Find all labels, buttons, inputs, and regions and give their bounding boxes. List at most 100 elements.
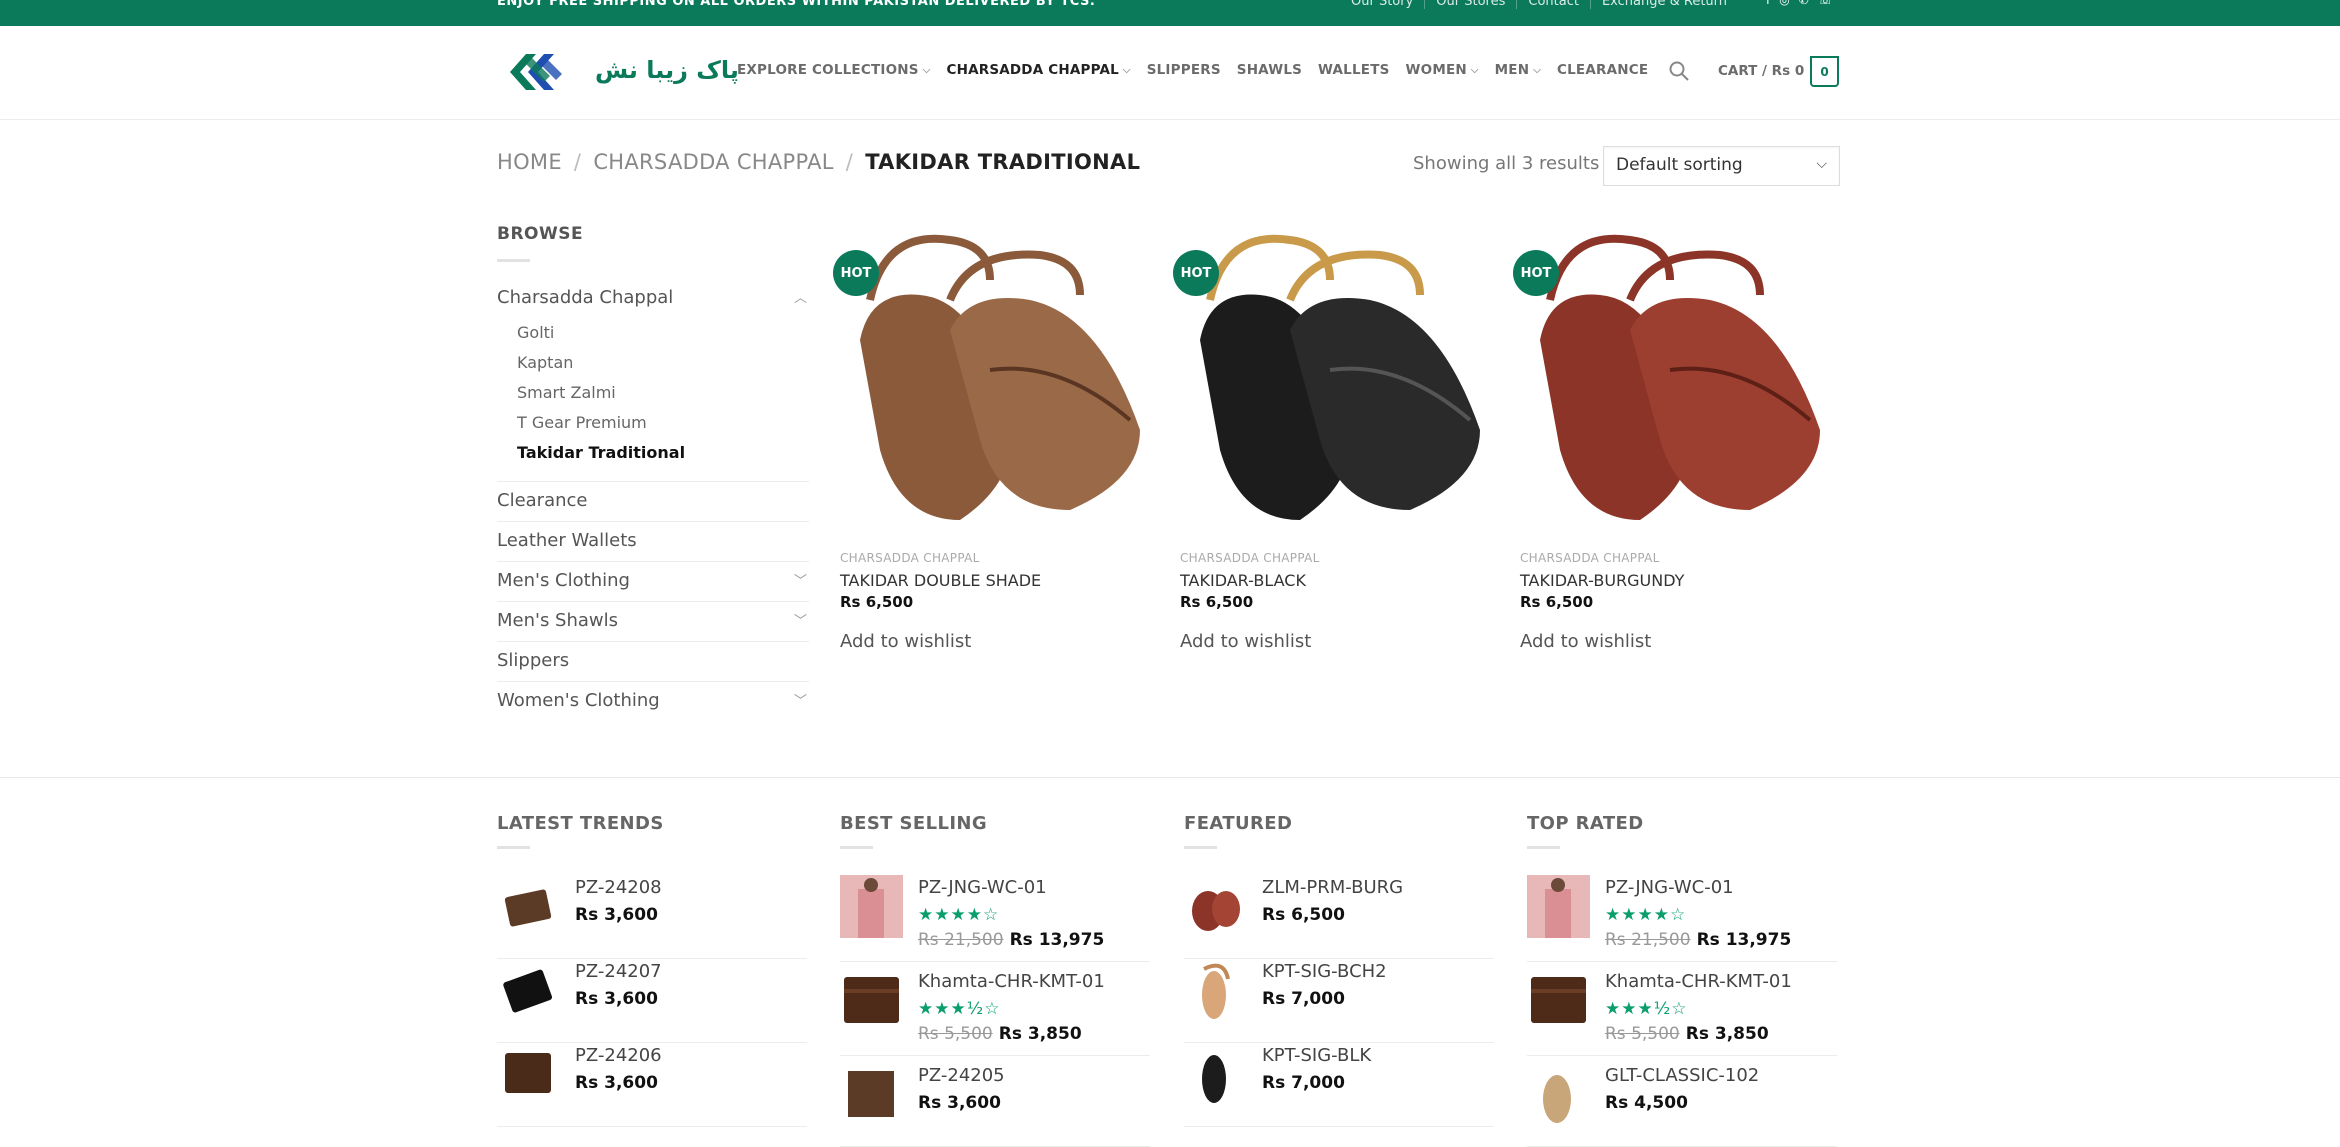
link-contact[interactable]: Contact [1516, 0, 1590, 9]
featured-heading: FEATURED [1184, 813, 1293, 834]
nav-women[interactable]: WOMEN ⌵ [1406, 62, 1479, 78]
clothing-thumbnail[interactable] [1527, 875, 1590, 938]
add-to-wishlist-link[interactable]: Add to wishlist [1180, 631, 1311, 652]
facebook-icon[interactable]: f [1766, 0, 1770, 7]
nav-men[interactable]: MEN ⌵ [1495, 62, 1541, 78]
nav-shawls[interactable]: SHAWLS [1237, 62, 1302, 78]
product-name[interactable]: TAKIDAR-BURGUNDY [1520, 571, 1684, 590]
hot-badge: HOT [1173, 250, 1219, 296]
sidebar-item-womens-clothing[interactable]: Women's Clothing ﹀ [497, 682, 809, 722]
nav-clearance[interactable]: CLEARANCE [1557, 62, 1648, 78]
widget-product-name[interactable]: GLT-CLASSIC-102 [1605, 1065, 1759, 1086]
wallet-thumbnail[interactable] [497, 875, 560, 938]
add-to-wishlist-link[interactable]: Add to wishlist [840, 631, 971, 652]
widget-product[interactable]: PZ-24205 Rs 3,600 [840, 1063, 1150, 1147]
sidebar-item-clearance[interactable]: Clearance [497, 482, 809, 522]
chevron-down-icon[interactable]: ﹀ [794, 570, 807, 589]
add-to-wishlist-link[interactable]: Add to wishlist [1520, 631, 1651, 652]
sidebar-item-leather-wallets[interactable]: Leather Wallets [497, 522, 809, 562]
instagram-icon[interactable]: ◎ [1779, 0, 1789, 7]
product-name[interactable]: TAKIDAR-BLACK [1180, 571, 1306, 590]
widget-product-name[interactable]: PZ-JNG-WC-01 [918, 877, 1047, 898]
subcategory-kaptan[interactable]: Kaptan [517, 353, 573, 372]
chevron-up-icon[interactable]: ︿ [794, 287, 807, 306]
star-rating: ★★★½☆ [918, 999, 1001, 1019]
product-category[interactable]: CHARSADDA CHAPPAL [1180, 551, 1320, 565]
widget-product[interactable]: Khamta-CHR-KMT-01 ★★★½☆ Rs 5,500 Rs 3,850 [840, 969, 1150, 1056]
widget-product-name[interactable]: PZ-24205 [918, 1065, 1005, 1086]
wallet-thumbnail[interactable] [840, 969, 903, 1032]
widget-product-price: Rs 7,000 [1262, 989, 1345, 1009]
widget-product-name[interactable]: PZ-24208 [575, 877, 662, 898]
nav-slippers[interactable]: SLIPPERS [1147, 62, 1221, 78]
product-name[interactable]: TAKIDAR DOUBLE SHADE [840, 571, 1041, 590]
whatsapp-icon[interactable]: ✆ [1799, 0, 1809, 7]
nav-wallets[interactable]: WALLETS [1318, 62, 1390, 78]
result-count: Showing all 3 results [1413, 153, 1600, 174]
breadcrumb-separator: / [845, 150, 854, 174]
sidebar-item-mens-clothing[interactable]: Men's Clothing ﹀ [497, 562, 809, 602]
wallet-thumbnail[interactable] [497, 1043, 560, 1106]
cart-link[interactable]: CART / Rs 0 [1718, 63, 1804, 79]
clothing-thumbnail[interactable] [840, 875, 903, 938]
subcategory-smart-zalmi[interactable]: Smart Zalmi [517, 383, 616, 402]
chevron-down-icon[interactable]: ﹀ [794, 610, 807, 629]
chevron-down-icon: ⌵ [1533, 64, 1541, 76]
breadcrumb-charsadda-chappal[interactable]: CHARSADDA CHAPPAL [593, 150, 833, 174]
product-image[interactable] [1180, 220, 1495, 545]
subcategory-takidar-traditional[interactable]: Takidar Traditional [517, 443, 685, 462]
widget-product-name[interactable]: Khamta-CHR-KMT-01 [1605, 971, 1792, 992]
cart-count-badge[interactable]: 0 [1810, 56, 1839, 87]
main-nav: EXPLORE COLLECTIONS ⌵ CHARSADDA CHAPPAL ⌵ … [737, 62, 1664, 78]
sale-price: Rs 3,850 [1685, 1024, 1769, 1044]
chevron-down-icon[interactable]: ﹀ [794, 690, 807, 709]
sandal-illustration [860, 234, 1140, 520]
sidebar-item-mens-shawls[interactable]: Men's Shawls ﹀ [497, 602, 809, 642]
product-category[interactable]: CHARSADDA CHAPPAL [1520, 551, 1660, 565]
widget-product[interactable]: KPT-SIG-BCH2 Rs 7,000 [1184, 959, 1494, 1043]
widget-product[interactable]: PZ-24206 Rs 3,600 [497, 1043, 807, 1127]
wallet-thumbnail[interactable] [840, 1063, 903, 1126]
widget-product[interactable]: PZ-JNG-WC-01 ★★★★☆ Rs 21,500 Rs 13,975 [1527, 875, 1837, 962]
subcategory-t-gear-premium[interactable]: T Gear Premium [517, 413, 647, 432]
widget-product[interactable]: PZ-24208 Rs 3,600 [497, 875, 807, 959]
widget-product-name[interactable]: PZ-JNG-WC-01 [1605, 877, 1734, 898]
subcategory-golti[interactable]: Golti [517, 323, 554, 342]
sandal-thumbnail[interactable] [1184, 959, 1247, 1022]
nav-explore-collections[interactable]: EXPLORE COLLECTIONS ⌵ [737, 62, 930, 78]
sale-price: Rs 13,975 [1009, 930, 1105, 950]
widget-product[interactable]: GLT-CLASSIC-102 Rs 4,500 [1527, 1063, 1837, 1147]
sort-select[interactable]: Default sorting ⌵ [1603, 146, 1840, 186]
top-links: Our Story Our Stores Contact Exchange & … [1340, 0, 1738, 9]
product-price: Rs 6,500 [1180, 593, 1254, 611]
wallet-thumbnail[interactable] [497, 959, 560, 1022]
sandal-thumbnail[interactable] [1184, 1043, 1247, 1106]
nav-charsadda-chappal[interactable]: CHARSADDA CHAPPAL ⌵ [946, 62, 1130, 78]
widget-product-name[interactable]: PZ-24206 [575, 1045, 662, 1066]
search-icon[interactable] [1668, 60, 1690, 82]
widget-product-name[interactable]: KPT-SIG-BLK [1262, 1045, 1371, 1066]
widget-product[interactable]: Khamta-CHR-KMT-01 ★★★½☆ Rs 5,500 Rs 3,850 [1527, 969, 1837, 1056]
widget-product[interactable]: PZ-JNG-WC-01 ★★★★☆ Rs 21,500 Rs 13,975 [840, 875, 1150, 962]
link-our-stores[interactable]: Our Stores [1424, 0, 1516, 9]
product-image[interactable] [1520, 220, 1835, 545]
link-exchange-return[interactable]: Exchange & Return [1589, 0, 1738, 9]
sandal-thumbnail[interactable] [1184, 875, 1247, 938]
widget-product-name[interactable]: PZ-24207 [575, 961, 662, 982]
widget-product-name[interactable]: ZLM-PRM-BURG [1262, 877, 1403, 898]
product-image[interactable] [840, 220, 1155, 545]
widget-product[interactable]: PZ-24207 Rs 3,600 [497, 959, 807, 1043]
browse-heading: BROWSE [497, 224, 584, 244]
phone-icon[interactable]: ☏ [1818, 0, 1833, 7]
sidebar-item-slippers[interactable]: Slippers [497, 642, 809, 682]
widget-product-name[interactable]: KPT-SIG-BCH2 [1262, 961, 1387, 982]
link-our-story[interactable]: Our Story [1340, 0, 1424, 9]
widget-product[interactable]: KPT-SIG-BLK Rs 7,000 [1184, 1043, 1494, 1127]
widget-product-name[interactable]: Khamta-CHR-KMT-01 [918, 971, 1105, 992]
logo-text[interactable]: پاک زیبا نش [595, 56, 739, 84]
breadcrumb-home[interactable]: HOME [497, 150, 562, 174]
product-category[interactable]: CHARSADDA CHAPPAL [840, 551, 980, 565]
widget-product[interactable]: ZLM-PRM-BURG Rs 6,500 [1184, 875, 1494, 959]
sandal-thumbnail[interactable] [1527, 1063, 1590, 1126]
wallet-thumbnail[interactable] [1527, 969, 1590, 1032]
